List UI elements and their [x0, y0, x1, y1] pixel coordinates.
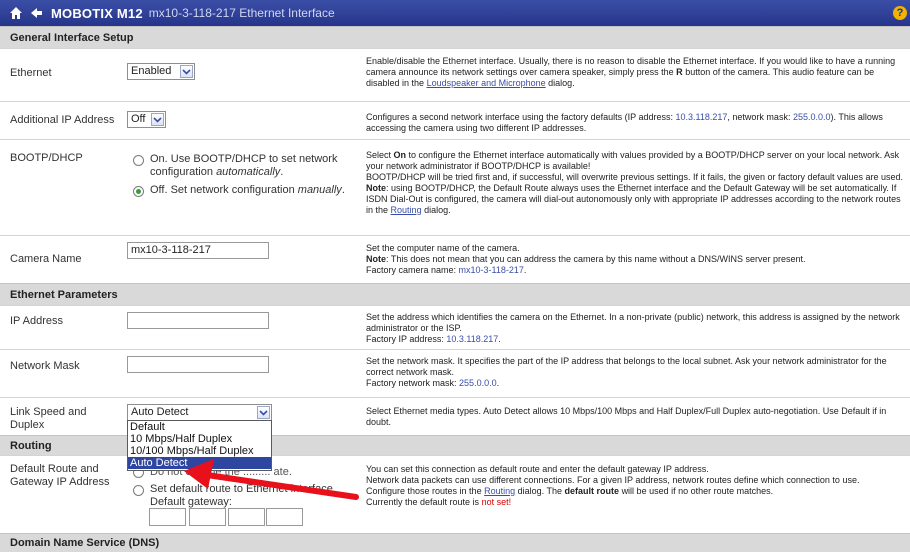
- annotation-arrow: [184, 459, 359, 500]
- annotation-arrow-head: [184, 459, 214, 489]
- annotation-arrow-shaft: [204, 472, 359, 500]
